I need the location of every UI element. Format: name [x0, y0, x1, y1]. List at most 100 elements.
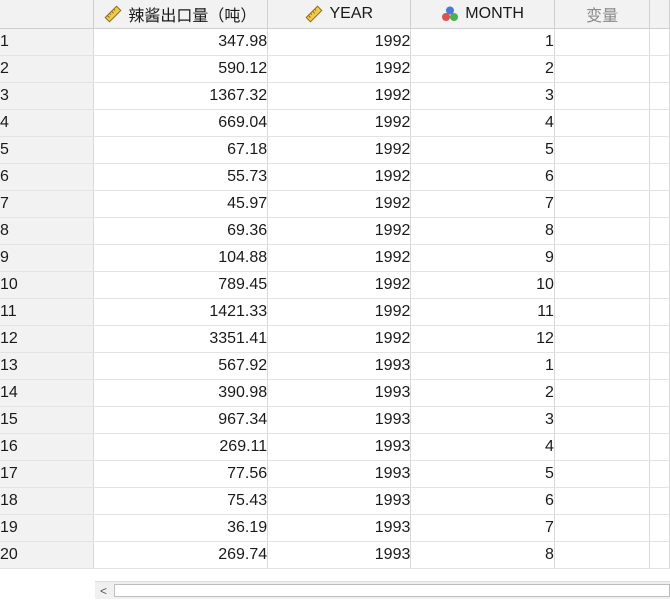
cell-sauce-export[interactable]: 36.19 — [93, 514, 269, 542]
cell-month[interactable]: 12 — [410, 325, 555, 353]
cell-month[interactable]: 7 — [410, 190, 555, 218]
row-number-cell[interactable]: 19 — [0, 514, 94, 542]
cell-year[interactable]: 1992 — [267, 244, 412, 272]
cell-month[interactable]: 6 — [410, 487, 555, 515]
cell-sauce-export[interactable]: 67.18 — [93, 136, 269, 164]
cell-sauce-export[interactable]: 789.45 — [93, 271, 269, 299]
row-number-cell[interactable]: 18 — [0, 487, 94, 515]
row-number-cell[interactable]: 13 — [0, 352, 94, 380]
row-number-cell[interactable]: 14 — [0, 379, 94, 407]
cell-month[interactable]: 4 — [410, 433, 555, 461]
cell-month[interactable]: 10 — [410, 271, 555, 299]
row-number-cell[interactable]: 7 — [0, 190, 94, 218]
horizontal-scrollbar[interactable]: < — [95, 581, 670, 599]
row-number-cell[interactable]: 5 — [0, 136, 94, 164]
cell-month[interactable]: 6 — [410, 163, 555, 191]
scroll-left-button[interactable]: < — [95, 582, 112, 599]
row-number-cell[interactable]: 17 — [0, 460, 94, 488]
cell-year[interactable]: 1992 — [267, 28, 412, 56]
cell-year[interactable]: 1992 — [267, 163, 412, 191]
cell-sauce-export[interactable]: 669.04 — [93, 109, 269, 137]
cell-month[interactable]: 3 — [410, 406, 555, 434]
cell-sauce-export[interactable]: 69.36 — [93, 217, 269, 245]
row-number-cell[interactable]: 2 — [0, 55, 94, 83]
cell-year[interactable]: 1992 — [267, 217, 412, 245]
cell-sauce-export[interactable]: 347.98 — [93, 28, 269, 56]
corner-cell[interactable] — [0, 0, 94, 29]
cell-sauce-export[interactable]: 3351.41 — [93, 325, 269, 353]
cell-year[interactable]: 1992 — [267, 82, 412, 110]
cell-empty-variable[interactable] — [554, 298, 651, 326]
row-number-cell[interactable]: 12 — [0, 325, 94, 353]
row-number-cell[interactable]: 11 — [0, 298, 94, 326]
cell-sauce-export[interactable]: 1421.33 — [93, 298, 269, 326]
cell-empty-variable[interactable] — [554, 433, 651, 461]
cell-empty-variable[interactable] — [554, 406, 651, 434]
cell-sauce-export[interactable]: 77.56 — [93, 460, 269, 488]
cell-year[interactable]: 1992 — [267, 109, 412, 137]
row-number-cell[interactable]: 20 — [0, 541, 94, 569]
column-header-month[interactable]: MONTH — [410, 0, 555, 29]
cell-month[interactable]: 1 — [410, 28, 555, 56]
cell-year[interactable]: 1993 — [267, 379, 412, 407]
scrollbar-thumb[interactable] — [114, 584, 670, 597]
cell-sauce-export[interactable]: 269.11 — [93, 433, 269, 461]
cell-year[interactable]: 1993 — [267, 433, 412, 461]
cell-month[interactable]: 11 — [410, 298, 555, 326]
cell-sauce-export[interactable]: 567.92 — [93, 352, 269, 380]
cell-year[interactable]: 1993 — [267, 460, 412, 488]
cell-year[interactable]: 1992 — [267, 55, 412, 83]
cell-sauce-export[interactable]: 75.43 — [93, 487, 269, 515]
cell-empty-variable[interactable] — [554, 460, 651, 488]
cell-year[interactable]: 1993 — [267, 487, 412, 515]
cell-empty-variable[interactable] — [554, 541, 651, 569]
cell-empty-variable[interactable] — [554, 109, 651, 137]
cell-year[interactable]: 1992 — [267, 298, 412, 326]
cell-empty-variable[interactable] — [554, 136, 651, 164]
cell-sauce-export[interactable]: 590.12 — [93, 55, 269, 83]
cell-year[interactable]: 1993 — [267, 406, 412, 434]
cell-year[interactable]: 1992 — [267, 325, 412, 353]
cell-empty-variable[interactable] — [554, 271, 651, 299]
cell-year[interactable]: 1992 — [267, 136, 412, 164]
cell-month[interactable]: 5 — [410, 136, 555, 164]
cell-sauce-export[interactable]: 390.98 — [93, 379, 269, 407]
row-number-cell[interactable]: 1 — [0, 28, 94, 56]
cell-year[interactable]: 1993 — [267, 541, 412, 569]
cell-month[interactable]: 3 — [410, 82, 555, 110]
cell-empty-variable[interactable] — [554, 163, 651, 191]
cell-empty-variable[interactable] — [554, 379, 651, 407]
cell-empty-variable[interactable] — [554, 190, 651, 218]
cell-empty-variable[interactable] — [554, 325, 651, 353]
cell-empty-variable[interactable] — [554, 28, 651, 56]
row-number-cell[interactable]: 3 — [0, 82, 94, 110]
cell-empty-variable[interactable] — [554, 514, 651, 542]
cell-empty-variable[interactable] — [554, 217, 651, 245]
cell-month[interactable]: 4 — [410, 109, 555, 137]
cell-sauce-export[interactable]: 45.97 — [93, 190, 269, 218]
cell-empty-variable[interactable] — [554, 244, 651, 272]
cell-month[interactable]: 1 — [410, 352, 555, 380]
row-number-cell[interactable]: 4 — [0, 109, 94, 137]
cell-empty-variable[interactable] — [554, 82, 651, 110]
row-number-cell[interactable]: 8 — [0, 217, 94, 245]
cell-year[interactable]: 1992 — [267, 271, 412, 299]
cell-month[interactable]: 8 — [410, 217, 555, 245]
cell-sauce-export[interactable]: 55.73 — [93, 163, 269, 191]
cell-empty-variable[interactable] — [554, 487, 651, 515]
cell-month[interactable]: 2 — [410, 55, 555, 83]
cell-sauce-export[interactable]: 1367.32 — [93, 82, 269, 110]
column-header-empty-variable[interactable]: 变量 — [554, 0, 651, 29]
cell-year[interactable]: 1992 — [267, 190, 412, 218]
cell-month[interactable]: 8 — [410, 541, 555, 569]
cell-sauce-export[interactable]: 104.88 — [93, 244, 269, 272]
cell-month[interactable]: 5 — [410, 460, 555, 488]
cell-month[interactable]: 9 — [410, 244, 555, 272]
row-number-cell[interactable]: 16 — [0, 433, 94, 461]
row-number-cell[interactable]: 10 — [0, 271, 94, 299]
cell-year[interactable]: 1993 — [267, 352, 412, 380]
row-number-cell[interactable]: 9 — [0, 244, 94, 272]
cell-empty-variable[interactable] — [554, 55, 651, 83]
column-header-year[interactable]: YEAR — [267, 0, 412, 29]
cell-sauce-export[interactable]: 269.74 — [93, 541, 269, 569]
